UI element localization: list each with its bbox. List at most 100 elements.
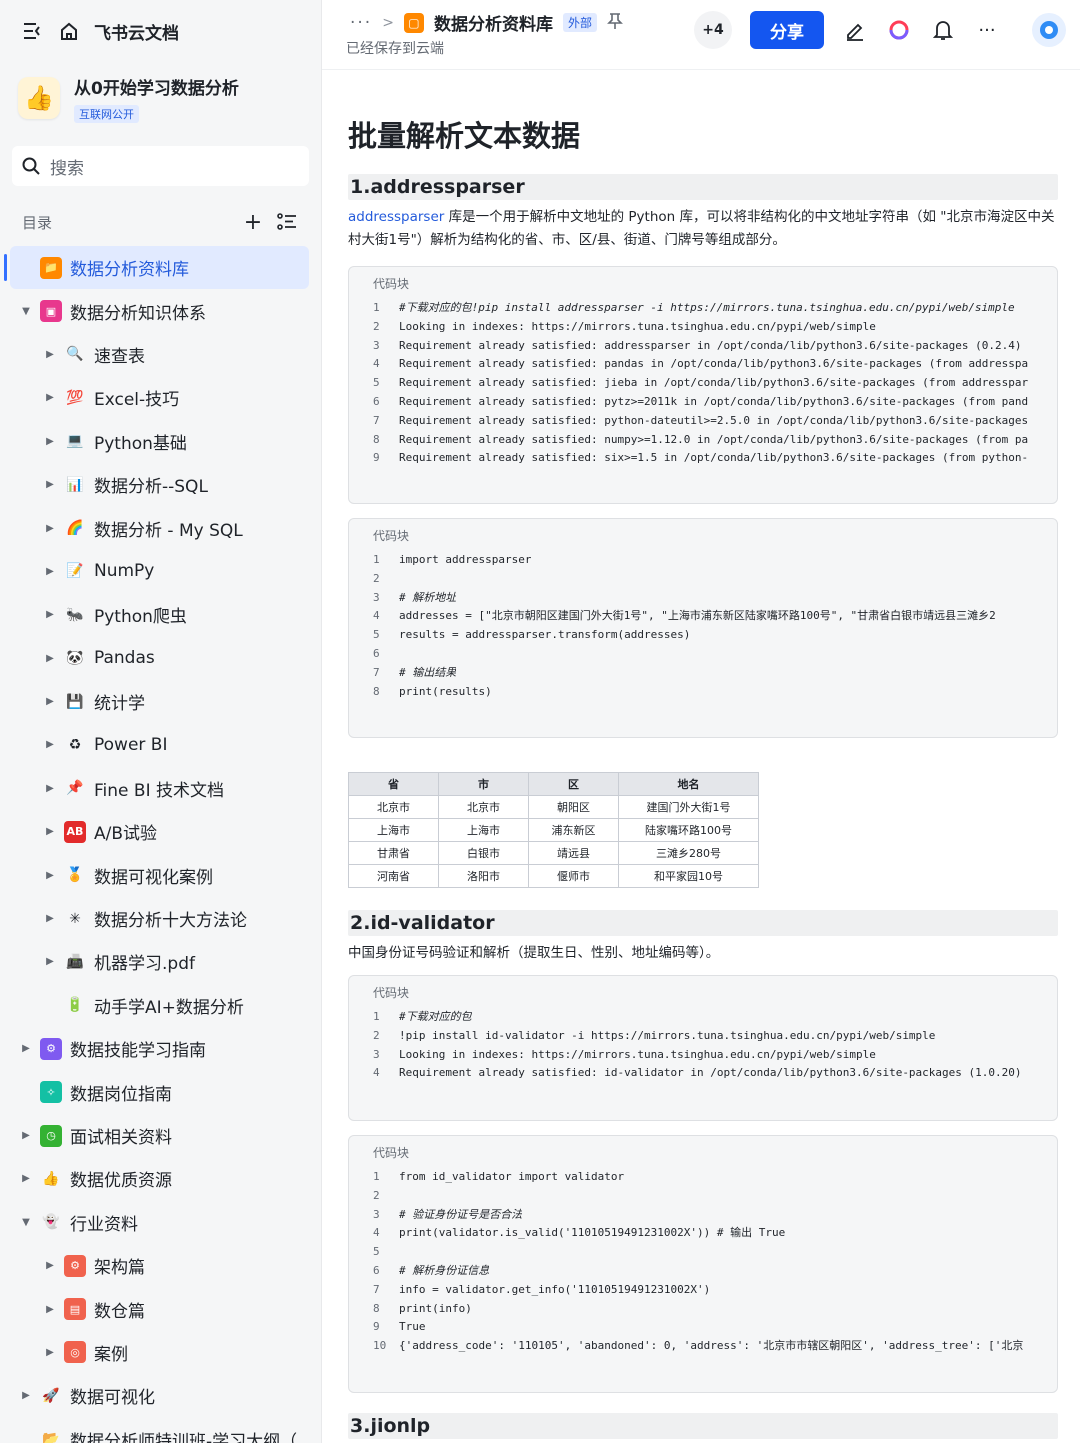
code-block-validate-id[interactable]: 代码块 1 from id_validator import validator 2… [348, 1135, 1058, 1393]
sidebar-item[interactable]: ✧ 数据岗位指南 [0, 1070, 321, 1113]
chevron-right-icon[interactable]: ▶ [42, 566, 58, 577]
chevron-right-icon[interactable]: ▶ [42, 739, 58, 750]
sidebar-item[interactable]: ▶ 💻 Python基础 [0, 420, 321, 463]
notification-bell-icon[interactable] [930, 17, 956, 43]
chevron-right-icon[interactable]: ▶ [42, 1304, 58, 1315]
sidebar-item[interactable]: ▶ 💾 统计学 [0, 680, 321, 723]
sidebar-item[interactable]: ▼ 👻 行业资料 [0, 1201, 321, 1244]
sidebar-item[interactable]: ▶ ✳ 数据分析十大方法论 [0, 897, 321, 940]
pin-icon[interactable] [607, 12, 623, 34]
doc-tree: 📁 数据分析资料库 ▼ ▣ 数据分析知识体系 ▶ 🔍 速查表 ▶ 💯 Excel-技巧 ▶ 💻 Pytho… [0, 246, 321, 1443]
chevron-right-icon[interactable]: ▶ [42, 523, 58, 534]
sidebar-item[interactable]: 📁 数据分析资料库 [4, 246, 309, 290]
doc-icon: ◷ [40, 1124, 62, 1147]
add-icon[interactable]: + [241, 210, 265, 235]
sidebar-item[interactable]: ▶ ♻ Power BI [0, 723, 321, 766]
sidebar-item[interactable]: ▶ 📠 机器学习.pdf [0, 940, 321, 983]
sidebar-item[interactable]: ▶ 📌 Fine BI 技术文档 [0, 767, 321, 810]
chevron-right-icon[interactable]: ▶ [18, 1043, 34, 1054]
top-bar: ··· > ▢ 数据分析资料库 外部 已经保存到云端 +4 分享 ··· [322, 0, 1080, 70]
chevron-right-icon[interactable]: ▶ [18, 1130, 34, 1141]
collapse-sidebar-icon[interactable] [22, 20, 44, 42]
code-block-install-id-validator[interactable]: 代码块 1 #下载对应的包 2 !pip install id-validator -… [348, 975, 1058, 1121]
doc-icon: ▣ [40, 300, 62, 323]
user-avatar[interactable] [1032, 13, 1066, 47]
code-line: 2 !pip install id-validator -i https://mi… [373, 1027, 1033, 1046]
document-body: 批量解析文本数据 1.addressparser addressparser 库… [348, 70, 1058, 1439]
sidebar-item[interactable]: ▶ ▤ 数仓篇 [0, 1287, 321, 1330]
app-brand[interactable]: 飞书云文档 [94, 19, 179, 44]
chevron-down-icon[interactable]: ▼ [18, 1217, 34, 1228]
ai-assistant-icon[interactable] [886, 17, 912, 43]
sidebar-item[interactable]: ▶ ⚙ 架构篇 [0, 1244, 321, 1287]
chevron-right-icon[interactable]: ▶ [42, 870, 58, 881]
edit-icon[interactable] [842, 17, 868, 43]
code-block-install-addressparser[interactable]: 代码块 1 #下载对应的包!pip install addressparser -… [348, 266, 1058, 504]
code-text: Requirement already satisfied: numpy>=1.… [399, 432, 1029, 446]
code-line: 4 print(validator.is_valid('1101051949123… [373, 1224, 1033, 1243]
table-cell: 北京市 [438, 795, 529, 819]
share-button[interactable]: 分享 [750, 11, 824, 49]
search-input[interactable]: 搜索 [12, 146, 309, 186]
collaborators-more[interactable]: +4 [694, 11, 732, 49]
sidebar-item[interactable]: ▶ 🔍 速查表 [0, 333, 321, 376]
sidebar-item[interactable]: ▶ ⚙ 数据技能学习指南 [0, 1027, 321, 1070]
sidebar-item[interactable]: ▶ 👍 数据优质资源 [0, 1157, 321, 1200]
sidebar-item[interactable]: ▶ 📊 数据分析--SQL [0, 463, 321, 506]
sidebar-item[interactable]: ▶ ◷ 面试相关资料 [0, 1114, 321, 1157]
home-icon[interactable] [58, 20, 80, 42]
section-heading-addressparser: 1.addressparser [348, 174, 1058, 200]
chevron-right-icon[interactable]: ▶ [42, 436, 58, 447]
code-text: info = validator.get_info('1101051949123… [399, 1282, 711, 1296]
line-number: 10 [373, 1339, 387, 1353]
sidebar-item-label: Python爬虫 [94, 607, 187, 628]
sidebar-item-label: Excel-技巧 [94, 390, 180, 411]
code-block-parse-address[interactable]: 代码块 1 import addressparser 2 3 # 解析地址 4 addres… [348, 518, 1058, 738]
doc-icon: 💻 [66, 433, 84, 450]
chevron-right-icon[interactable]: ▶ [42, 1260, 58, 1271]
sidebar-item[interactable]: 🔋 动手学AI+数据分析 [0, 984, 321, 1027]
chevron-right-icon[interactable]: ▶ [42, 392, 58, 403]
code-text: # 解析地址 [399, 590, 457, 604]
breadcrumb-doc-name[interactable]: 数据分析资料库 [434, 10, 553, 35]
code-text: {'address_code': '110105', 'abandoned': … [399, 1339, 1024, 1353]
toolbar: +4 分享 ··· [694, 10, 1066, 50]
code-block-label: 代码块 [373, 1146, 410, 1160]
chevron-right-icon[interactable]: ▶ [42, 956, 58, 967]
code-text: # 验证身份证号是否合法 [399, 1207, 523, 1221]
sidebar-item-label: 面试相关资料 [70, 1128, 172, 1148]
sidebar-item[interactable]: 📂 数据分析师特训班-学习大纲（… [0, 1418, 321, 1443]
sidebar-item[interactable]: ▶ 💯 Excel-技巧 [0, 376, 321, 419]
chevron-right-icon[interactable]: ▶ [42, 609, 58, 620]
chevron-right-icon[interactable]: ▶ [42, 1347, 58, 1358]
sidebar-item[interactable]: ▶ 🐼 Pandas [0, 637, 321, 680]
sidebar-item[interactable]: ▶ AB A/B试验 [0, 810, 321, 853]
more-options-icon[interactable]: ··· [974, 17, 1000, 43]
sidebar-item[interactable]: ▶ ◎ 案例 [0, 1331, 321, 1374]
sidebar-item[interactable]: ▶ 🌈 数据分析 - My SQL [0, 506, 321, 549]
chevron-right-icon[interactable]: ▶ [18, 1390, 34, 1401]
space-header[interactable]: 👍 从0开始学习数据分析 互联网公开 [0, 62, 321, 136]
chevron-right-icon[interactable]: ▶ [42, 826, 58, 837]
chevron-right-icon[interactable]: ▶ [42, 696, 58, 707]
chevron-right-icon[interactable]: ▶ [42, 479, 58, 490]
chevron-right-icon[interactable]: ▶ [42, 653, 58, 664]
chevron-right-icon[interactable]: ▶ [18, 1173, 34, 1184]
list-outline-icon[interactable] [275, 210, 299, 234]
chevron-right-icon[interactable]: ▶ [42, 783, 58, 794]
chevron-right-icon[interactable]: ▶ [42, 913, 58, 924]
sidebar-item[interactable]: ▶ 🐜 Python爬虫 [0, 593, 321, 636]
sidebar-item[interactable]: ▼ ▣ 数据分析知识体系 [0, 289, 321, 332]
sidebar-item[interactable]: ▶ 🏅 数据可视化案例 [0, 853, 321, 896]
breadcrumb-more[interactable]: ··· [350, 13, 372, 33]
chevron-right-icon[interactable]: ▶ [42, 349, 58, 360]
doc-icon: ◎ [64, 1341, 86, 1364]
sidebar-item-label: 数据分析资料库 [70, 260, 189, 281]
public-badge: 互联网公开 [74, 104, 139, 123]
doc-icon: ▤ [64, 1298, 86, 1321]
sidebar-item[interactable]: ▶ 📝 NumPy [0, 550, 321, 593]
chevron-down-icon[interactable]: ▼ [18, 306, 34, 317]
sidebar-item-label: 数据可视化 [70, 1388, 155, 1409]
sidebar-item[interactable]: ▶ 🚀 数据可视化 [0, 1374, 321, 1417]
sidebar: 飞书云文档 👍 从0开始学习数据分析 互联网公开 搜索 目录 + 📁 数据分析资料… [0, 0, 322, 1443]
